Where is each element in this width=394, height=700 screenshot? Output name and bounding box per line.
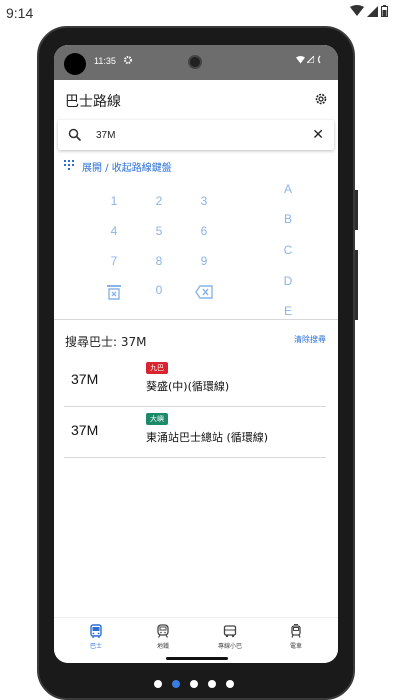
page-dot[interactable] [154,680,162,688]
settings-gear-icon[interactable] [314,92,328,106]
battery-icon [381,5,388,17]
nav-label: 地鐵 [156,643,169,650]
key-1[interactable]: 1 [99,190,129,212]
wifi-icon [350,5,364,16]
page-dot[interactable] [208,680,216,688]
tram-icon [291,624,301,638]
route-keypad: 1 2 3 4 5 6 7 8 9 0 A B C D E [54,182,338,319]
inner-status-bar: 11:35 [54,45,338,80]
nav-tab-bus[interactable]: 巴士 [66,624,126,650]
page-dot-active[interactable] [172,680,180,688]
settings-status-icon [124,56,132,64]
results-title: 搜尋巴士: 37M [65,335,147,349]
page-dot[interactable] [190,680,198,688]
backspace-icon [195,285,213,299]
outer-clock: 9:14 [6,5,34,21]
search-icon [68,128,82,142]
key-3[interactable]: 3 [189,190,219,212]
gesture-bar[interactable] [166,657,228,660]
inner-clock: 11:35 [94,56,116,66]
nav-tab-metro[interactable]: 地鐵 [133,624,193,650]
inner-status-icons [296,55,322,64]
page-title: 巴士路線 [65,94,121,110]
key-c[interactable]: C [278,239,298,261]
route-list-item[interactable]: 37M 大嶼 東涌站巴士總站 (循環線) [64,408,326,458]
signal-icon [307,56,314,63]
keypad-toggle-label: 展開 / 收起路線鍵盤 [82,162,172,174]
operator-badge: 大嶼 [146,413,168,425]
key-9[interactable]: 9 [189,250,219,272]
front-camera [188,55,202,69]
side-button [355,190,358,230]
nav-label: 巴士 [89,643,102,650]
route-number: 37M [71,371,99,387]
operator-badge: 九巴 [146,362,168,374]
trash-icon [107,285,121,300]
wifi-icon [296,55,305,63]
route-destination: 葵盛(中)(循環線) [146,380,230,393]
nav-tab-tram[interactable]: 電車 [266,624,326,650]
nav-label: 電車 [289,643,302,650]
route-destination: 東涌站巴士總站 (循環線) [146,431,269,444]
search-bar[interactable]: ✕ [58,120,334,150]
key-7[interactable]: 7 [99,250,129,272]
key-clear[interactable] [99,281,129,303]
clear-input-icon[interactable]: ✕ [312,126,324,144]
key-b[interactable]: B [278,208,298,230]
divider [54,319,338,320]
keypad-icon [64,160,74,170]
app-screen: 11:35 巴士路線 ✕ 展開 / 收起路線鍵盤 1 2 [54,45,338,663]
minibus-icon [223,625,237,638]
signal-icon [367,5,378,17]
key-4[interactable]: 4 [99,220,129,242]
camera-cutout [64,53,86,75]
page-dot[interactable] [226,680,234,688]
outer-status-icons [350,5,388,17]
search-input[interactable] [96,125,296,145]
nav-label: 專線小巴 [217,643,242,650]
key-backspace[interactable] [189,281,219,303]
outer-status-bar: 9:14 [0,0,394,26]
keypad-toggle[interactable]: 展開 / 收起路線鍵盤 [64,158,172,174]
clear-search-link[interactable]: 清除搜尋 [294,334,326,345]
side-button [355,250,358,320]
key-0[interactable]: 0 [144,279,174,301]
key-d[interactable]: D [278,270,298,292]
key-8[interactable]: 8 [144,250,174,272]
key-6[interactable]: 6 [189,220,219,242]
key-a[interactable]: A [278,178,298,200]
metro-icon [157,624,169,638]
route-number: 37M [71,422,99,438]
nav-tab-minibus[interactable]: 專線小巴 [200,624,260,650]
bus-icon [90,624,102,638]
page-indicator [154,680,234,688]
key-2[interactable]: 2 [144,190,174,212]
key-5[interactable]: 5 [144,220,174,242]
battery-icon [317,55,321,64]
route-list-item[interactable]: 37M 九巴 葵盛(中)(循環線) [64,357,326,407]
